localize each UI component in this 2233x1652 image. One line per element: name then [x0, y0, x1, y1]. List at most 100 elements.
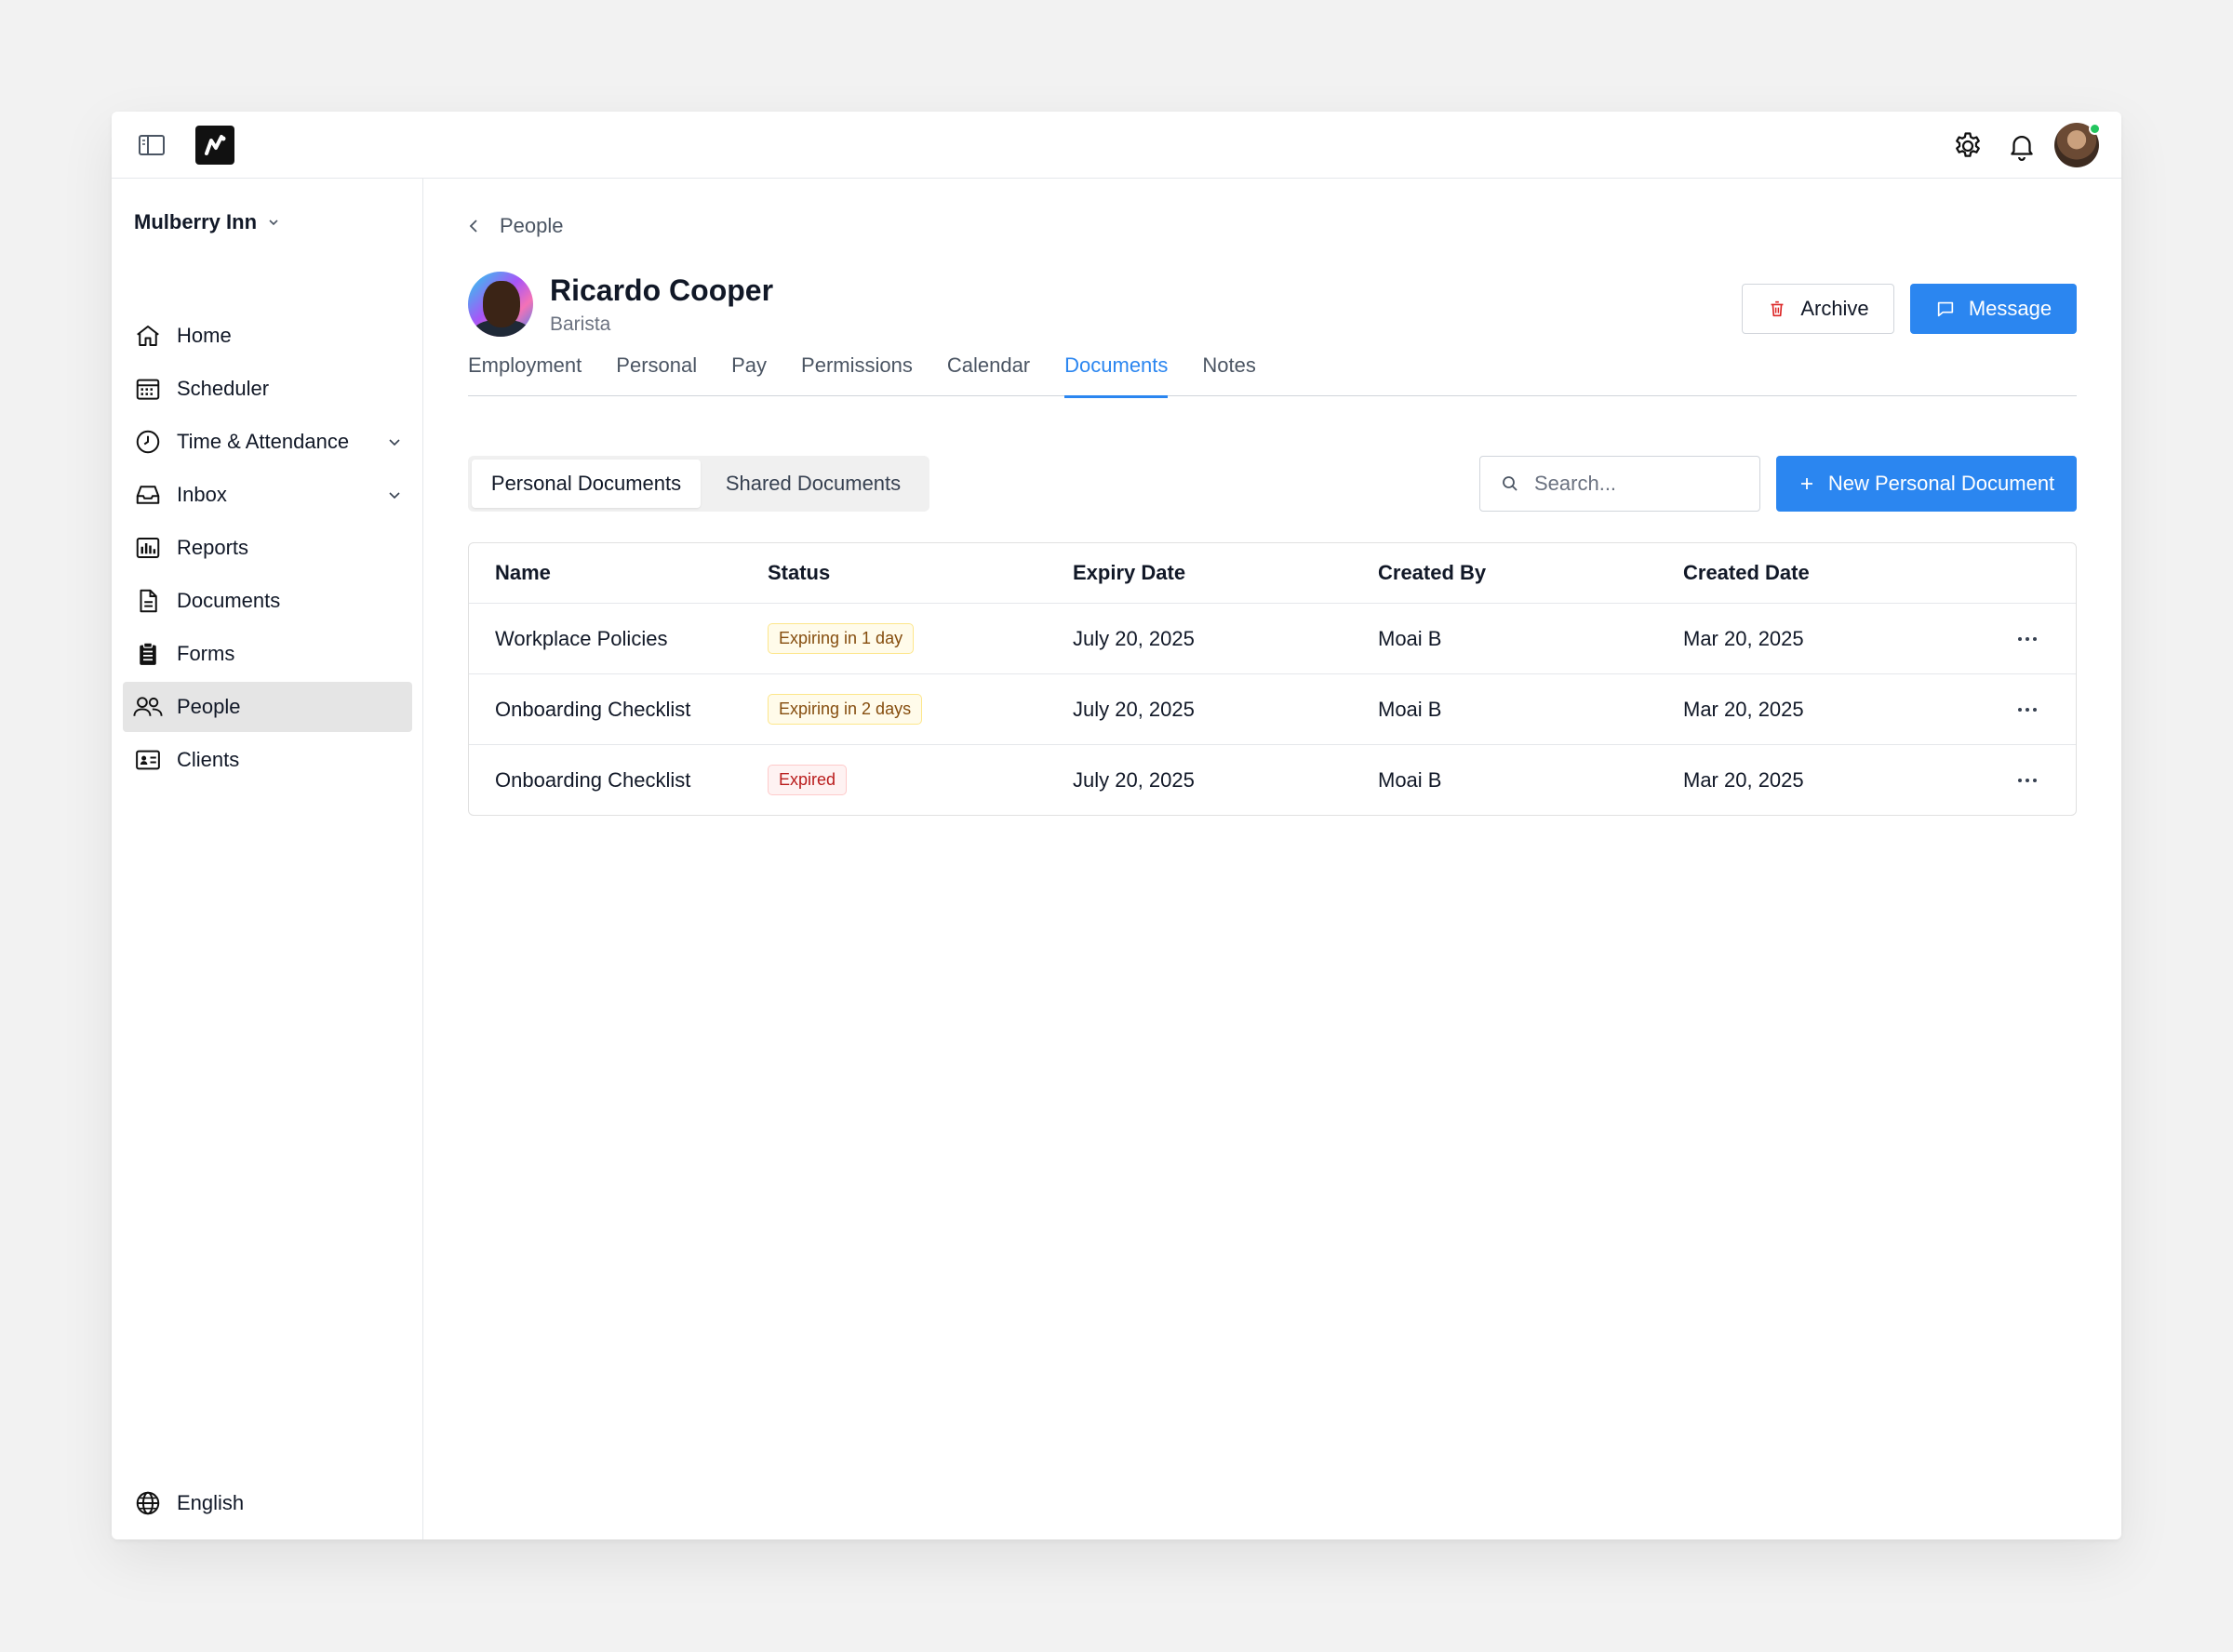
home-icon — [132, 320, 164, 352]
status-badge: Expiring in 1 day — [768, 623, 915, 654]
chevron-down-icon — [269, 220, 278, 226]
documents-table: Name Status Expiry Date Created By Creat… — [468, 542, 2077, 816]
more-options-icon[interactable] — [2018, 702, 2040, 717]
profile-tabs: Employment Personal Pay Permissions Cale… — [468, 352, 2077, 398]
sidebar-toggle-icon[interactable] — [138, 132, 166, 158]
tab-employment[interactable]: Employment — [468, 352, 582, 396]
expiry-date: July 20, 2025 — [1073, 626, 1195, 650]
profile-header: Ricardo Cooper Barista — [468, 272, 773, 337]
documents-segmented-control: Personal Documents Shared Documents — [468, 456, 929, 512]
sidebar-nav: Home Scheduler Time & Attendance Inbox R… — [123, 311, 412, 788]
sidebar-item-documents[interactable]: Documents — [123, 576, 412, 626]
table-row[interactable]: Onboarding Checklist Expired July 20, 20… — [469, 744, 2076, 815]
created-date: Mar 20, 2025 — [1683, 697, 1804, 721]
header-expiry-date[interactable]: Expiry Date — [1073, 561, 1378, 585]
status-badge: Expired — [768, 765, 848, 795]
tab-personal[interactable]: Personal — [616, 352, 697, 396]
trash-icon — [1771, 300, 1784, 317]
created-date: Mar 20, 2025 — [1683, 626, 1804, 650]
table-row[interactable]: Onboarding Checklist Expiring in 2 days … — [469, 673, 2076, 744]
table-row[interactable]: Workplace Policies Expiring in 1 day Jul… — [469, 603, 2076, 673]
sidebar-item-home[interactable]: Home — [123, 311, 412, 361]
sidebar-item-reports[interactable]: Reports — [123, 523, 412, 573]
sidebar-item-label: Time & Attendance — [177, 430, 350, 453]
expiry-date: July 20, 2025 — [1073, 697, 1195, 721]
sidebar-item-clients[interactable]: Clients — [123, 735, 412, 785]
header-created-date[interactable]: Created Date — [1683, 561, 1962, 585]
status-badge: Expiring in 2 days — [768, 694, 923, 725]
doc-name: Workplace Policies — [495, 626, 668, 650]
id-card-icon — [132, 744, 164, 776]
created-by: Moai B — [1378, 697, 1442, 721]
segment-shared-documents[interactable]: Shared Documents — [701, 460, 926, 508]
clock-icon — [132, 426, 164, 458]
language-selector[interactable]: English — [132, 1487, 244, 1519]
archive-button[interactable]: Archive — [1742, 284, 1894, 334]
calendar-icon — [132, 373, 164, 405]
sidebar: Mulberry Inn Home Scheduler Time & Atten… — [112, 179, 423, 1539]
more-options-icon[interactable] — [2018, 773, 2040, 788]
main-content: People Ricardo Cooper Barista Archive Me… — [423, 179, 2121, 1539]
sidebar-item-forms[interactable]: Forms — [123, 629, 412, 679]
tab-calendar[interactable]: Calendar — [947, 352, 1030, 396]
message-button[interactable]: Message — [1910, 284, 2077, 334]
message-label: Message — [1968, 297, 2052, 320]
archive-label: Archive — [1800, 297, 1869, 320]
doc-name: Onboarding Checklist — [495, 767, 691, 792]
chevron-left-icon[interactable] — [466, 218, 483, 234]
bell-icon[interactable] — [2006, 130, 2038, 162]
tab-permissions[interactable]: Permissions — [801, 352, 913, 396]
logo-icon — [205, 135, 226, 155]
online-status-dot — [2089, 123, 2101, 135]
doc-name: Onboarding Checklist — [495, 697, 691, 721]
more-options-icon[interactable] — [2018, 632, 2040, 646]
app-window: Mulberry Inn Home Scheduler Time & Atten… — [112, 112, 2121, 1539]
sidebar-item-time-attendance[interactable]: Time & Attendance — [123, 417, 412, 467]
profile-avatar — [468, 272, 533, 337]
bar-chart-icon — [132, 532, 164, 564]
created-by: Moai B — [1378, 767, 1442, 792]
sidebar-item-label: Documents — [177, 589, 281, 612]
table-header: Name Status Expiry Date Created By Creat… — [469, 543, 2076, 603]
tab-notes[interactable]: Notes — [1202, 352, 1255, 396]
new-document-label: New Personal Document — [1827, 472, 2055, 495]
sidebar-item-label: People — [177, 695, 241, 718]
org-name: Mulberry Inn — [134, 210, 258, 233]
org-switcher[interactable]: Mulberry Inn — [134, 210, 281, 234]
sidebar-item-scheduler[interactable]: Scheduler — [123, 364, 412, 414]
search-input[interactable] — [1534, 472, 1739, 496]
sidebar-item-label: Forms — [177, 642, 235, 665]
chat-bubble-icon — [1937, 301, 1954, 317]
header-created-by[interactable]: Created By — [1378, 561, 1683, 585]
sidebar-item-label: Scheduler — [177, 377, 270, 400]
gear-icon[interactable] — [1952, 130, 1984, 162]
header-name[interactable]: Name — [469, 561, 768, 585]
plus-icon — [1800, 478, 1812, 489]
globe-icon — [132, 1487, 164, 1519]
sidebar-item-people[interactable]: People — [123, 682, 412, 732]
chevron-down-icon[interactable] — [384, 485, 405, 505]
language-label: English — [177, 1491, 245, 1514]
inbox-icon — [132, 479, 164, 511]
created-date: Mar 20, 2025 — [1683, 767, 1804, 792]
sidebar-item-inbox[interactable]: Inbox — [123, 470, 412, 520]
app-logo[interactable] — [195, 126, 234, 165]
chevron-down-icon[interactable] — [384, 432, 405, 452]
segment-personal-documents[interactable]: Personal Documents — [472, 460, 701, 508]
breadcrumb[interactable]: People — [466, 214, 564, 238]
created-by: Moai B — [1378, 626, 1442, 650]
tab-pay[interactable]: Pay — [731, 352, 767, 396]
sidebar-item-label: Home — [177, 324, 232, 347]
sidebar-item-label: Reports — [177, 536, 249, 559]
file-icon — [132, 585, 164, 617]
users-icon — [132, 691, 164, 723]
tab-documents[interactable]: Documents — [1064, 352, 1169, 398]
breadcrumb-label[interactable]: People — [500, 214, 564, 238]
profile-name: Ricardo Cooper — [550, 273, 774, 307]
header-status[interactable]: Status — [768, 561, 1073, 585]
clipboard-icon — [132, 638, 164, 670]
top-bar — [112, 112, 2121, 179]
new-personal-document-button[interactable]: New Personal Document — [1776, 456, 2077, 512]
sidebar-item-label: Inbox — [177, 483, 227, 506]
search-box[interactable] — [1479, 456, 1760, 512]
